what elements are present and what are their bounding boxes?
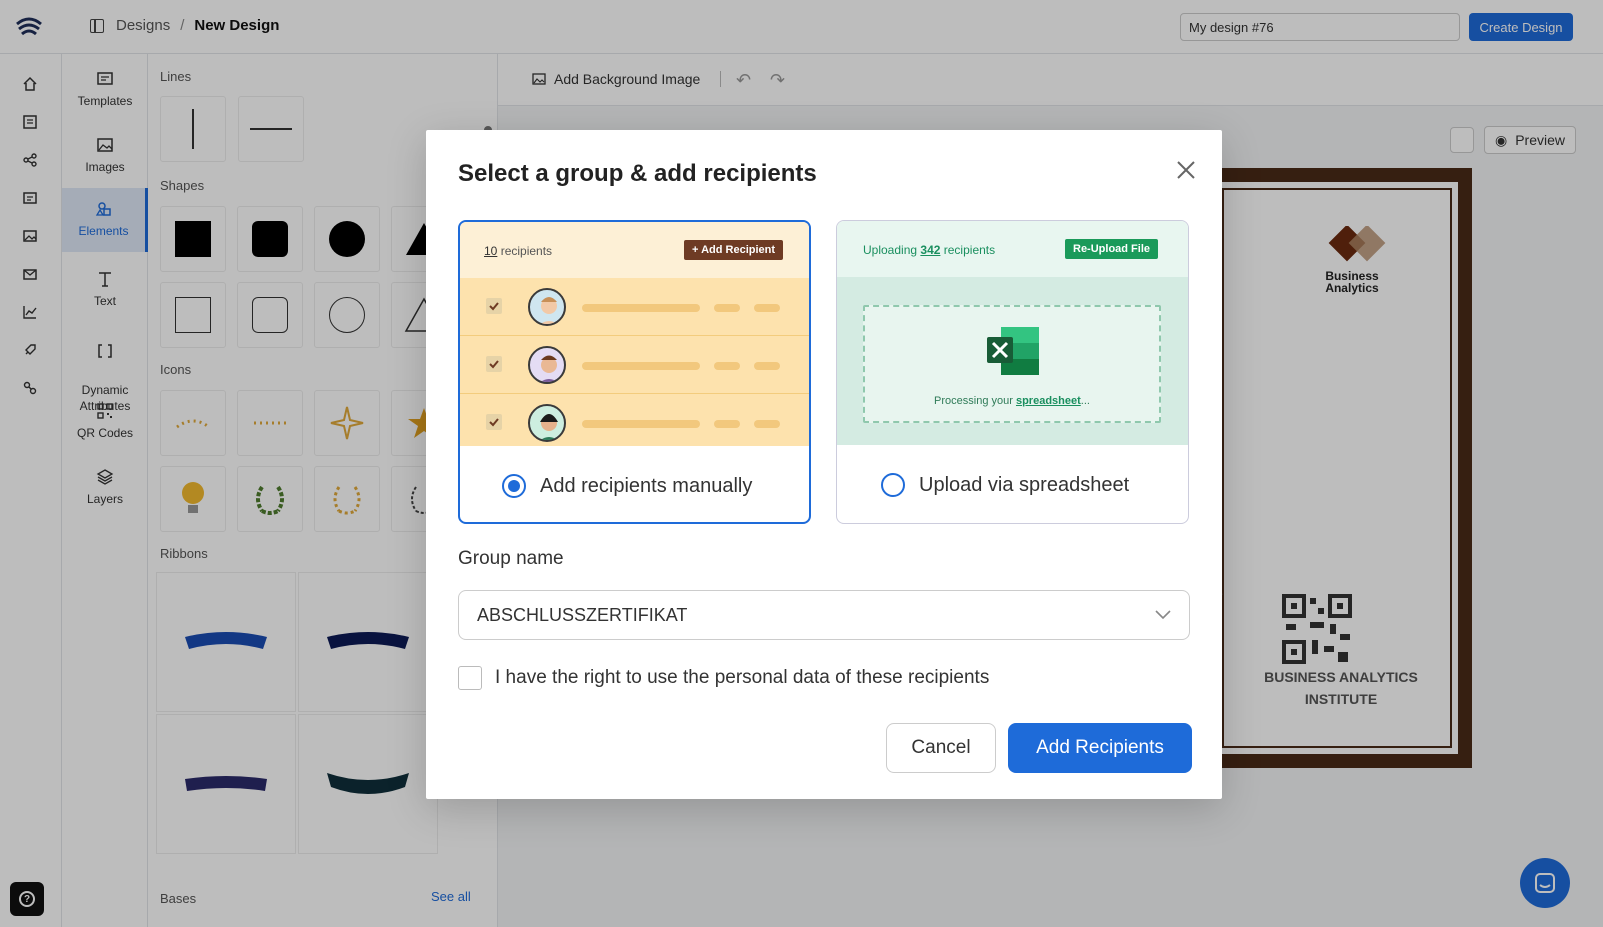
add-recipient-preview-button: + Add Recipient [684,240,784,260]
manual-preview-header: 10 recipients + Add Recipient [460,222,809,278]
placeholder-bar [754,362,780,370]
group-name-value: ABSCHLUSSZERTIFIKAT [477,604,688,625]
avatar [528,288,566,326]
excel-icon [987,327,1039,375]
checkbox-checked-icon [486,414,502,430]
option-add-manually[interactable]: 10 recipients + Add Recipient Add recipi… [458,220,811,524]
manual-radio-row[interactable]: Add recipients manually [460,446,809,522]
consent-checkbox[interactable] [458,666,482,690]
placeholder-bar [714,420,740,428]
list-item [460,394,809,452]
cancel-button[interactable]: Cancel [886,723,996,773]
manual-radio-button[interactable] [502,474,526,498]
upload-radio-button[interactable] [881,473,905,497]
uploading-status: Uploading 342 recipients [863,243,995,257]
processing-link: spreadsheet [1015,395,1081,407]
recipient-count-suffix: recipients [500,244,553,258]
modal-title: Select a group & add recipients [458,160,817,187]
uploading-prefix: Uploading [863,243,918,257]
checkbox-checked-icon [486,356,502,372]
list-item [460,336,809,394]
add-recipients-modal: Select a group & add recipients 10 recip… [426,130,1222,799]
placeholder-bar [582,420,700,428]
add-recipients-button[interactable]: Add Recipients [1008,723,1192,773]
placeholder-bar [754,420,780,428]
group-name-select[interactable]: ABSCHLUSSZERTIFIKAT [458,590,1190,640]
placeholder-bar [582,304,700,312]
upload-preview-header: Uploading 342 recipients Re-Upload File [837,221,1188,277]
placeholder-bar [582,362,700,370]
avatar [528,404,566,442]
placeholder-bar [754,304,780,312]
option-upload-spreadsheet[interactable]: Uploading 342 recipients Re-Upload File … [836,220,1189,524]
recipient-count: 10 recipients [484,244,552,258]
upload-radio-row[interactable]: Upload via spreadsheet [837,445,1188,523]
upload-preview-body: Processing your spreadsheet... [837,277,1188,445]
placeholder-bar [714,304,740,312]
list-item [460,278,809,336]
processing-suffix: ... [1080,395,1090,407]
processing-text: Processing your spreadsheet... [865,395,1159,407]
avatar [528,346,566,384]
uploading-suffix: recipients [943,243,996,257]
placeholder-bar [714,362,740,370]
uploading-count: 342 [920,243,941,257]
upload-option-label: Upload via spreadsheet [919,473,1130,496]
processing-prefix: Processing your [934,395,1013,407]
recipient-count-number: 10 [484,244,498,258]
close-icon[interactable] [1174,158,1198,182]
checkbox-checked-icon [486,298,502,314]
reupload-preview-button: Re-Upload File [1065,239,1159,259]
chevron-down-icon [1155,610,1171,620]
consent-label: I have the right to use the personal dat… [495,667,990,688]
group-name-label: Group name [458,548,564,569]
spreadsheet-dropzone: Processing your spreadsheet... [863,305,1161,423]
consent-row: I have the right to use the personal dat… [458,666,989,690]
manual-option-label: Add recipients manually [540,474,753,497]
manual-preview-list [460,278,809,446]
